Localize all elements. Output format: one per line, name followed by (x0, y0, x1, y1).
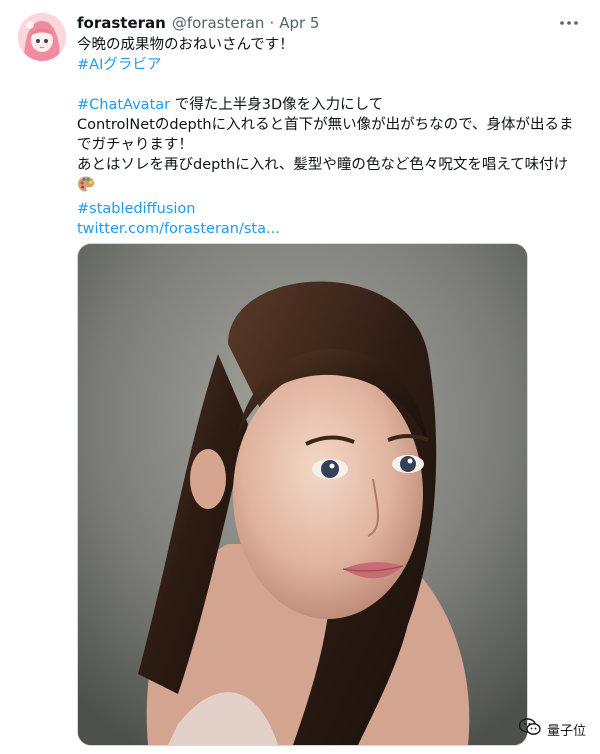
tweet-line: 今晩の成果物のおねいさんです！ (77, 37, 294, 53)
tweet-photo[interactable] (77, 243, 528, 746)
watermark-label: 量子位 (546, 723, 586, 739)
tweet-card: forasteran @forasteran · Apr 5 今晩の成果物のおね… (0, 0, 600, 754)
external-link[interactable]: twitter.com/forasteran/sta... (77, 221, 280, 237)
wechat-icon (518, 718, 541, 740)
separator-dot: · (269, 14, 275, 32)
watermark: 量子位 (518, 718, 586, 740)
tweet-text: 今晩の成果物のおねいさんです！ #AIグラビア #ChatAvatar で得た上… (77, 35, 582, 239)
tweet-line: あとはソレを再びdepthに入れ、髪型や瞳の色など色々呪文を唱えて味付け (77, 157, 569, 173)
hashtag-link[interactable]: #ChatAvatar (77, 97, 170, 113)
artist-palette-icon (77, 175, 95, 199)
tweet-header: forasteran @forasteran · Apr 5 (77, 12, 319, 34)
tweet-date[interactable]: Apr 5 (279, 14, 319, 32)
anime-avatar-icon[interactable] (18, 13, 66, 61)
tweet-line: #ChatAvatar で得た上半身3D像を入力にして (77, 95, 582, 115)
hashtag-link[interactable]: #AIグラビア (77, 57, 161, 73)
tweet-line: ControlNetのdepthに入れると首下が無い像が出がちなので、身体が出る… (77, 117, 574, 153)
more-options-icon[interactable] (558, 14, 580, 32)
tweet-text-segment: で得た上半身3D像を入力にして (170, 97, 384, 113)
author-display-name[interactable]: forasteran (77, 14, 166, 32)
author-handle[interactable]: @forasteran (172, 14, 265, 32)
hashtag-link[interactable]: #stablediffusion (77, 201, 196, 217)
